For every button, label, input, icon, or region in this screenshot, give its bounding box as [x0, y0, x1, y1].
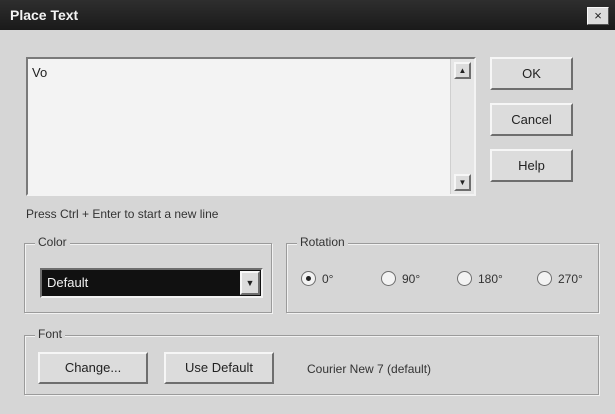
color-group-label: Color	[35, 235, 70, 249]
scroll-up-button[interactable]: ▲	[454, 62, 471, 79]
font-group: Font Change... Use Default Courier New 7…	[24, 327, 599, 395]
rotation-option-label: 270°	[558, 271, 583, 286]
current-font-label: Courier New 7 (default)	[307, 362, 432, 376]
radio-button[interactable]	[381, 271, 396, 286]
chevron-down-icon: ▼	[458, 178, 467, 187]
color-select[interactable]: Default ▼	[40, 268, 263, 298]
rotation-option-label: 0°	[322, 271, 334, 286]
close-icon: ×	[594, 8, 602, 23]
title-bar[interactable]: Place Text ×	[0, 0, 615, 30]
radio-button[interactable]	[457, 271, 472, 286]
use-default-font-button[interactable]: Use Default	[164, 352, 274, 384]
vertical-scrollbar[interactable]: ▲ ▼	[450, 59, 474, 194]
radio-button[interactable]	[537, 271, 552, 286]
ok-button[interactable]: OK	[490, 57, 573, 90]
radio-button[interactable]	[301, 271, 316, 286]
rotation-option-180[interactable]: 180°	[457, 271, 503, 286]
scroll-down-button[interactable]: ▼	[454, 174, 471, 191]
text-input-value: Vo	[32, 65, 48, 80]
rotation-option-label: 180°	[478, 271, 503, 286]
chevron-up-icon: ▲	[458, 66, 467, 75]
dialog-title: Place Text	[10, 7, 79, 23]
rotation-option-90[interactable]: 90°	[381, 271, 420, 286]
new-line-hint: Press Ctrl + Enter to start a new line	[26, 207, 219, 221]
font-group-label: Font	[35, 327, 66, 341]
color-group: Color Default ▼	[24, 235, 272, 313]
change-font-button[interactable]: Change...	[38, 352, 148, 384]
rotation-option-0[interactable]: 0°	[301, 271, 333, 286]
rotation-group-label: Rotation	[297, 235, 348, 249]
help-button[interactable]: Help	[490, 149, 573, 182]
rotation-option-label: 90°	[402, 271, 421, 286]
text-input-area[interactable]: Vo ▲ ▼	[26, 57, 476, 196]
chevron-down-icon: ▼	[245, 278, 255, 288]
cancel-button[interactable]: Cancel	[490, 103, 573, 136]
close-button[interactable]: ×	[587, 7, 609, 25]
rotation-group: Rotation 0° 90° 180° 270°	[286, 235, 599, 313]
color-select-value: Default	[47, 275, 89, 290]
color-select-arrow[interactable]: ▼	[240, 271, 260, 295]
rotation-option-270[interactable]: 270°	[537, 271, 583, 286]
